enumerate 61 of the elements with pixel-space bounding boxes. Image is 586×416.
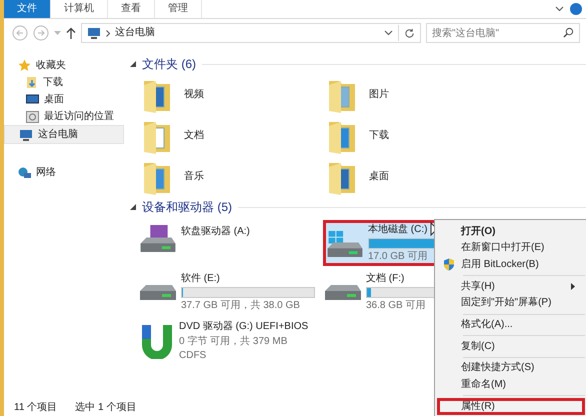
folder-name[interactable]: 文档 [184, 128, 204, 142]
drive-name: 本地磁盘 (C:) [368, 223, 428, 236]
ribbon-tab[interactable]: 文件 [4, 0, 51, 18]
sidebar-item[interactable]: 收藏夹 [4, 57, 124, 74]
caret-icon[interactable] [555, 6, 564, 12]
menu-item[interactable]: 复制(C) [437, 338, 585, 355]
section-header: 文件夹 (6) [142, 56, 196, 72]
recent-places-icon [26, 110, 39, 122]
folder-name[interactable]: 下载 [369, 128, 389, 142]
network-icon [18, 166, 31, 178]
sidebar-item[interactable]: 网络 [4, 164, 124, 181]
menu-item[interactable]: 创建快捷方式(S) [437, 360, 585, 377]
submenu-arrow-icon [571, 282, 575, 290]
drive-name: 文档 (F:) [366, 272, 404, 286]
free-space-text: 17.0 GB 可用 [368, 250, 428, 263]
menu-item[interactable]: 格式化(A)... [437, 316, 585, 334]
computer-icon [87, 27, 101, 39]
collapse-icon[interactable] [130, 204, 136, 210]
hard-drive-icon [327, 230, 363, 256]
status-text: 11 个项目 [14, 401, 58, 415]
download-icon [26, 76, 38, 89]
chevron-icon [106, 30, 110, 36]
free-space-text: 36.8 GB 可用 [366, 298, 426, 312]
address-bar[interactable]: 这台电脑 [81, 23, 421, 43]
refresh-icon [404, 28, 415, 38]
menu-item[interactable]: 共享(H) [437, 278, 585, 295]
desktop-icon [26, 94, 39, 105]
drive-name: DVD 驱动器 (G:) UEFI+BIOS [179, 320, 308, 334]
hard-drive-icon [325, 284, 361, 300]
status-text: 选中 1 个项目 [75, 401, 136, 415]
menu-item[interactable]: 重命名(M) [437, 376, 585, 394]
dvd-drive-icon [140, 323, 174, 360]
computer-icon [19, 128, 33, 140]
free-space-text: 37.7 GB 可用，共 38.0 GB [181, 298, 300, 312]
drive-name: 软件 (E:) [181, 272, 220, 286]
search-icon[interactable] [563, 27, 574, 38]
folder-name[interactable]: 桌面 [369, 170, 389, 184]
drive-tile[interactable]: DVD 驱动器 (G:) UEFI+BIOS 0 字节 可用，共 379 MB CDFS [138, 318, 323, 364]
free-space-text: 0 字节 可用，共 379 MB [179, 334, 288, 348]
section-header: 设备和驱动器 (5) [142, 198, 232, 216]
sidebar-item[interactable]: 最近访问的位置 [4, 108, 124, 125]
drive-name: 软盘驱动器 (A:) [181, 225, 250, 238]
caret-icon [384, 30, 393, 36]
floppy-drive-icon [140, 225, 176, 252]
shield-icon [443, 258, 455, 272]
collapse-icon[interactable] [130, 61, 136, 67]
drive-tile[interactable]: 软盘驱动器 (A:) [138, 220, 323, 266]
file-system-text: CDFS [179, 349, 206, 362]
folder-name[interactable]: 图片 [369, 88, 389, 102]
folder-name[interactable]: 音乐 [184, 170, 204, 184]
menu-item[interactable]: 固定到"开始"屏幕(P) [437, 294, 585, 312]
sidebar-item[interactable]: 这台电脑 [4, 125, 124, 144]
sidebar-item[interactable]: 下载 [4, 74, 124, 91]
folder-name[interactable]: 视频 [184, 88, 204, 102]
drive-tile[interactable]: 软件 (E:) 37.7 GB 可用，共 38.0 GB [138, 270, 323, 314]
menu-item[interactable]: 属性(R) [437, 398, 585, 415]
search-field[interactable]: 搜索"这台电脑" [426, 23, 580, 43]
star-icon [18, 59, 31, 72]
up-arrow-icon[interactable] [66, 27, 76, 39]
sidebar-item[interactable]: 桌面 [4, 91, 124, 108]
hard-drive-icon [140, 284, 176, 300]
